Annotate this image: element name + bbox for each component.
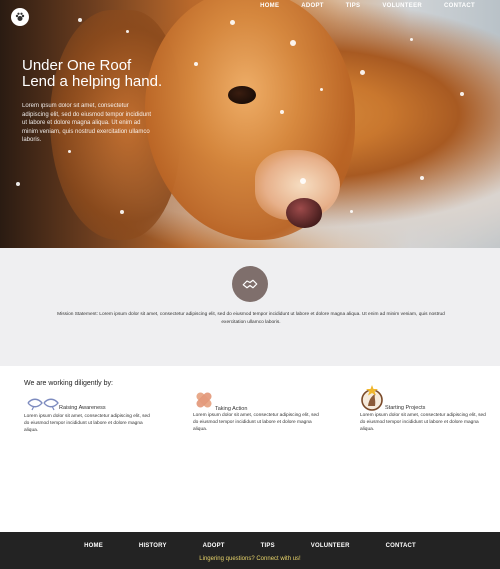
nav-home[interactable]: HOME bbox=[260, 3, 279, 9]
snowflake bbox=[120, 210, 124, 214]
snowflake bbox=[460, 92, 464, 96]
nav-volunteer[interactable]: VOLUNTEER bbox=[382, 3, 422, 9]
bandage-icon bbox=[193, 389, 215, 416]
snowflake bbox=[280, 110, 284, 114]
top-nav: HOME ADOPT TIPS VOLUNTEER CONTACT bbox=[260, 3, 475, 9]
cta-prefix: Lingering questions? bbox=[199, 556, 257, 562]
snowflake bbox=[320, 88, 323, 91]
dog-eye bbox=[228, 86, 256, 104]
mission-statement: Mission Statement: Lorem ipsum dolor sit… bbox=[57, 312, 445, 325]
snowflake bbox=[78, 18, 82, 22]
feature-awareness-name: Raising Awareness bbox=[59, 405, 106, 411]
hero-title: Under One Roof Lend a helping hand. bbox=[22, 58, 162, 90]
footer-nav-volunteer[interactable]: VOLUNTEER bbox=[311, 543, 350, 549]
paw-icon bbox=[15, 12, 25, 21]
snowflake bbox=[360, 70, 365, 75]
dog-nose bbox=[286, 198, 322, 228]
feature-projects-text: Lorem ipsum dolor sit amet, consectetur … bbox=[360, 413, 486, 432]
nav-adopt[interactable]: ADOPT bbox=[301, 3, 324, 9]
handshake-icon bbox=[242, 279, 258, 289]
feature-awareness-text: Lorem ipsum dolor sit amet, consectetur … bbox=[24, 414, 150, 433]
feature-projects-name: Starting Projects bbox=[385, 405, 426, 411]
footer-nav-adopt[interactable]: ADOPT bbox=[203, 543, 225, 549]
footer-nav-contact[interactable]: CONTACT bbox=[386, 543, 416, 549]
footer-nav-tips[interactable]: TIPS bbox=[261, 543, 275, 549]
footer-cta: Lingering questions? Connect with us! bbox=[0, 556, 500, 562]
hero-title-line1: Under One Roof bbox=[22, 57, 132, 74]
nav-contact[interactable]: CONTACT bbox=[444, 3, 475, 9]
footer-nav: HOME HISTORY ADOPT TIPS VOLUNTEER CONTAC… bbox=[0, 543, 500, 549]
feature-action-name: Taking Action bbox=[215, 406, 248, 412]
snowflake bbox=[126, 30, 129, 33]
snowflake bbox=[194, 62, 198, 66]
page: HOME ADOPT TIPS VOLUNTEER CONTACT Under … bbox=[0, 0, 500, 569]
working-title: We are working diligently by: bbox=[24, 380, 113, 387]
snowflake bbox=[420, 176, 424, 180]
snowflake bbox=[300, 178, 306, 184]
paw-logo[interactable] bbox=[11, 8, 29, 26]
snowflake bbox=[230, 20, 235, 25]
snowflake bbox=[16, 182, 20, 186]
snowflake bbox=[290, 40, 296, 46]
footer-nav-history[interactable]: HISTORY bbox=[139, 543, 167, 549]
footer-nav-home[interactable]: HOME bbox=[84, 543, 103, 549]
hero-body: Lorem ipsum dolor sit amet, consectetur … bbox=[22, 103, 152, 143]
cta-link[interactable]: Connect with us! bbox=[256, 556, 300, 562]
footer bbox=[0, 532, 500, 569]
mission-icon bbox=[232, 266, 268, 302]
nav-tips[interactable]: TIPS bbox=[346, 3, 361, 9]
snowflake bbox=[68, 150, 71, 153]
feature-action-text: Lorem ipsum dolor sit amet, consectetur … bbox=[193, 413, 319, 432]
hero-title-line2: Lend a helping hand. bbox=[22, 73, 163, 90]
hero-image: HOME ADOPT TIPS VOLUNTEER CONTACT Under … bbox=[0, 0, 500, 248]
snowflake bbox=[410, 38, 413, 41]
snowflake bbox=[350, 210, 353, 213]
